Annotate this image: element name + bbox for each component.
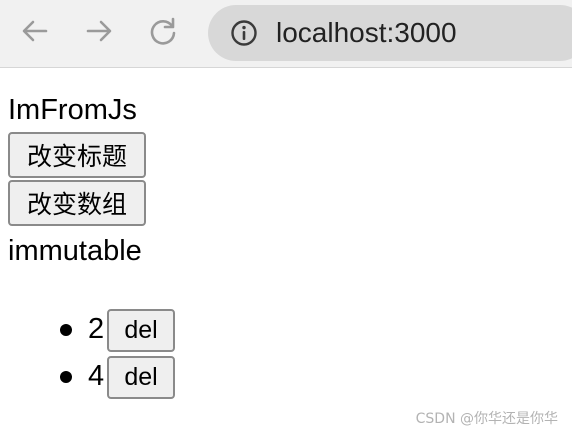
url-text: localhost:3000	[276, 17, 457, 48]
address-bar[interactable]: localhost:3000	[208, 5, 572, 61]
reload-button[interactable]	[146, 16, 180, 50]
watermark: CSDN @你华还是你华	[415, 411, 558, 427]
bullet	[60, 324, 72, 336]
change-array-button[interactable]: 改变数组	[8, 180, 146, 226]
immutable-label: immutable	[8, 235, 142, 267]
info-icon[interactable]	[230, 19, 258, 47]
arrow-right-icon	[84, 16, 114, 51]
page-title: ImFromJs	[8, 94, 137, 126]
change-title-button[interactable]: 改变标题	[8, 132, 146, 178]
bullet	[60, 371, 72, 383]
back-button[interactable]	[18, 16, 52, 50]
forward-button[interactable]	[82, 16, 116, 50]
delete-button[interactable]: del	[107, 309, 175, 352]
page-content: ImFromJs 改变标题 改变数组 immutable 2 del 4 del…	[0, 69, 572, 436]
item-value: 2	[88, 313, 105, 345]
arrow-left-icon	[20, 16, 50, 51]
reload-icon	[148, 16, 178, 51]
list-item: 2 del	[0, 309, 200, 353]
item-value: 4	[88, 360, 105, 392]
delete-button[interactable]: del	[107, 356, 175, 399]
list-item: 4 del	[0, 356, 200, 400]
browser-toolbar: localhost:3000	[0, 0, 572, 68]
